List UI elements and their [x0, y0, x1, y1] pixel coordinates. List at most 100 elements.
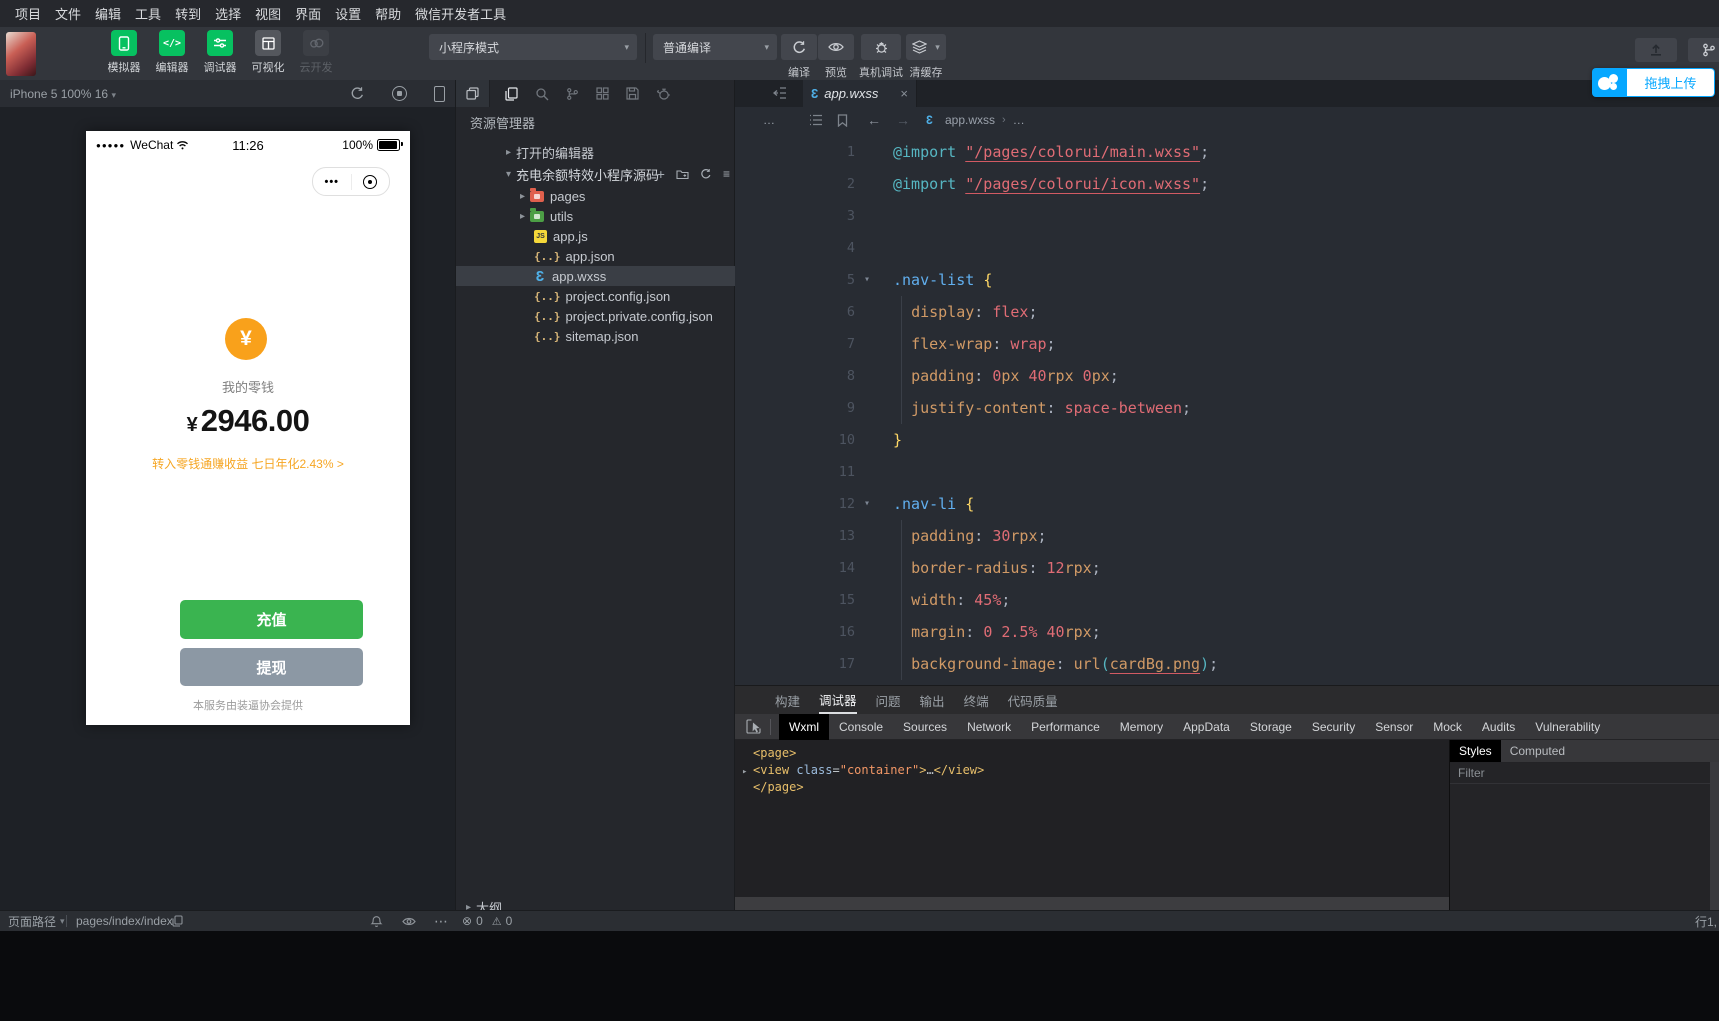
more-icon[interactable]: ⋯: [434, 911, 449, 931]
menu-item-设置[interactable]: 设置: [328, 4, 368, 23]
more-icon[interactable]: •••: [313, 176, 351, 188]
tree-item-pages[interactable]: ▸ pages: [456, 186, 736, 206]
menu-item-帮助[interactable]: 帮助: [368, 4, 408, 23]
tree-item-app.wxss[interactable]: 3 app.wxss: [456, 266, 736, 286]
horizontal-scrollbar[interactable]: [735, 897, 1449, 911]
code-editor[interactable]: 1 @import "/pages/colorui/main.wxss"; 2 …: [735, 133, 1719, 685]
compile-dropdown[interactable]: 普通编译 ▾: [653, 34, 777, 60]
inspect-cursor-icon[interactable]: [746, 719, 761, 734]
remote-debug-button[interactable]: [861, 34, 901, 60]
save-icon[interactable]: [626, 87, 639, 100]
code-line[interactable]: 4: [735, 232, 1719, 264]
bookmark-icon[interactable]: [837, 107, 848, 133]
styles-tab-Styles[interactable]: Styles: [1450, 740, 1501, 762]
extensions-icon[interactable]: [596, 87, 609, 100]
promo-link[interactable]: 转入零钱通赚收益 七日年化2.43% >: [86, 455, 410, 472]
device-icon[interactable]: [434, 85, 445, 102]
windows-icon[interactable]: [456, 80, 490, 107]
code-line[interactable]: 5 ▾ .nav-list {: [735, 264, 1719, 296]
mode-dropdown[interactable]: 小程序模式 ▾: [429, 34, 637, 60]
drag-upload-badge[interactable]: 拖拽上传: [1592, 68, 1715, 97]
code-line[interactable]: 17 background-image: url(cardBg.png);: [735, 648, 1719, 680]
code-line[interactable]: 11: [735, 456, 1719, 488]
devtools-tab-Audits[interactable]: Audits: [1472, 714, 1525, 740]
code-line[interactable]: 6 display: flex;: [735, 296, 1719, 328]
files-icon[interactable]: [505, 86, 518, 101]
more-icon[interactable]: …: [763, 107, 775, 133]
devtools-tab-Security[interactable]: Security: [1302, 714, 1365, 740]
devtools-tab-Vulnerability[interactable]: Vulnerability: [1525, 714, 1610, 740]
code-line[interactable]: 8 padding: 0px 40rpx 0px;: [735, 360, 1719, 392]
code-line[interactable]: 14 border-radius: 12rpx;: [735, 552, 1719, 584]
forward-arrow-icon[interactable]: →: [896, 107, 910, 133]
rotate-icon[interactable]: [350, 86, 365, 101]
panel-tab-输出[interactable]: 输出: [920, 686, 945, 714]
tree-item-sitemap.json[interactable]: {..} sitemap.json: [456, 326, 736, 346]
compile-button[interactable]: [781, 34, 817, 60]
devtools-tab-Sensor[interactable]: Sensor: [1365, 714, 1423, 740]
record-icon[interactable]: [392, 86, 407, 101]
branch-icon[interactable]: [566, 87, 579, 101]
eye-icon[interactable]: [402, 911, 416, 931]
fold-arrow-icon[interactable]: ▾: [855, 488, 893, 520]
panel-tab-构建[interactable]: 构建: [775, 686, 800, 714]
problem-counters[interactable]: ⊗ 0 ⚠ 0: [462, 911, 512, 931]
tree-item-app.json[interactable]: {..} app.json: [456, 246, 736, 266]
fold-arrow-icon[interactable]: ▾: [855, 264, 893, 296]
menu-item-选择[interactable]: 选择: [208, 4, 248, 23]
back-arrow-icon[interactable]: ←: [867, 107, 881, 133]
code-line[interactable]: 3: [735, 200, 1719, 232]
wxml-node[interactable]: ▸ <view class="container">…</view>: [742, 762, 1449, 779]
outline-list-icon[interactable]: [809, 107, 823, 133]
panel-tab-代码质量[interactable]: 代码质量: [1008, 686, 1058, 714]
code-line[interactable]: 1 @import "/pages/colorui/main.wxss";: [735, 136, 1719, 168]
toolbar-visualizer-button[interactable]: 可视化: [247, 30, 289, 75]
teapot-icon[interactable]: [656, 87, 671, 100]
wxml-node[interactable]: </page>: [742, 779, 1449, 796]
capsule-button[interactable]: •••: [312, 167, 390, 196]
code-line[interactable]: 15 width: 45%;: [735, 584, 1719, 616]
menu-item-转到[interactable]: 转到: [168, 4, 208, 23]
tree-item-project.private.config.json[interactable]: {..} project.private.config.json: [456, 306, 736, 326]
styles-tab-Computed[interactable]: Computed: [1501, 740, 1574, 762]
wxml-tree[interactable]: <page> ▸ <view class="container">…</view> <…: [735, 740, 1449, 897]
menu-item-工具[interactable]: 工具: [128, 4, 168, 23]
devtools-tab-Memory[interactable]: Memory: [1110, 714, 1173, 740]
new-folder-icon[interactable]: [676, 169, 689, 180]
device-selector[interactable]: iPhone 5 100% 16 ▾: [10, 87, 116, 101]
devtools-tab-Sources[interactable]: Sources: [893, 714, 957, 740]
devtools-tab-Storage[interactable]: Storage: [1240, 714, 1302, 740]
refresh-icon[interactable]: [700, 168, 712, 180]
code-line[interactable]: 13 padding: 30rpx;: [735, 520, 1719, 552]
code-line[interactable]: 7 flex-wrap: wrap;: [735, 328, 1719, 360]
devtools-tab-Performance[interactable]: Performance: [1021, 714, 1110, 740]
tree-item-app.js[interactable]: JS app.js: [456, 226, 736, 246]
breadcrumb[interactable]: app.wxss › …: [945, 107, 1025, 133]
panel-tab-问题[interactable]: 问题: [876, 686, 901, 714]
menu-item-视图[interactable]: 视图: [248, 4, 288, 23]
menu-item-编辑[interactable]: 编辑: [88, 4, 128, 23]
code-line[interactable]: 16 margin: 0 2.5% 40rpx;: [735, 616, 1719, 648]
bell-icon[interactable]: [370, 911, 383, 931]
tree-item-utils[interactable]: ▸ utils: [456, 206, 736, 226]
wxml-node[interactable]: <page>: [742, 745, 1449, 762]
upload-button[interactable]: [1635, 38, 1677, 62]
recharge-button[interactable]: 充值: [180, 600, 363, 639]
copy-icon[interactable]: [172, 911, 183, 931]
toolbar-debugger-button[interactable]: 调试器: [199, 30, 241, 75]
panel-tab-调试器[interactable]: 调试器: [819, 686, 857, 714]
code-line[interactable]: 12 ▾ .nav-li {: [735, 488, 1719, 520]
avatar[interactable]: [6, 32, 36, 76]
menu-item-微信开发者工具[interactable]: 微信开发者工具: [408, 4, 513, 23]
new-file-icon[interactable]: +: [657, 166, 665, 182]
page-path-dropdown[interactable]: 页面路径 ▾: [8, 911, 65, 931]
tree-item-project.config.json[interactable]: {..} project.config.json: [456, 286, 736, 306]
preview-button[interactable]: [818, 34, 854, 60]
toggle-sidebar-icon[interactable]: [771, 85, 787, 101]
menu-item-界面[interactable]: 界面: [288, 4, 328, 23]
close-icon[interactable]: ×: [900, 86, 908, 101]
toolbar-simulator-button[interactable]: 模拟器: [103, 30, 145, 75]
menu-item-项目[interactable]: 项目: [8, 4, 48, 23]
open-editors-section[interactable]: ▸ 打开的编辑器: [456, 142, 736, 162]
search-icon[interactable]: [535, 87, 549, 101]
